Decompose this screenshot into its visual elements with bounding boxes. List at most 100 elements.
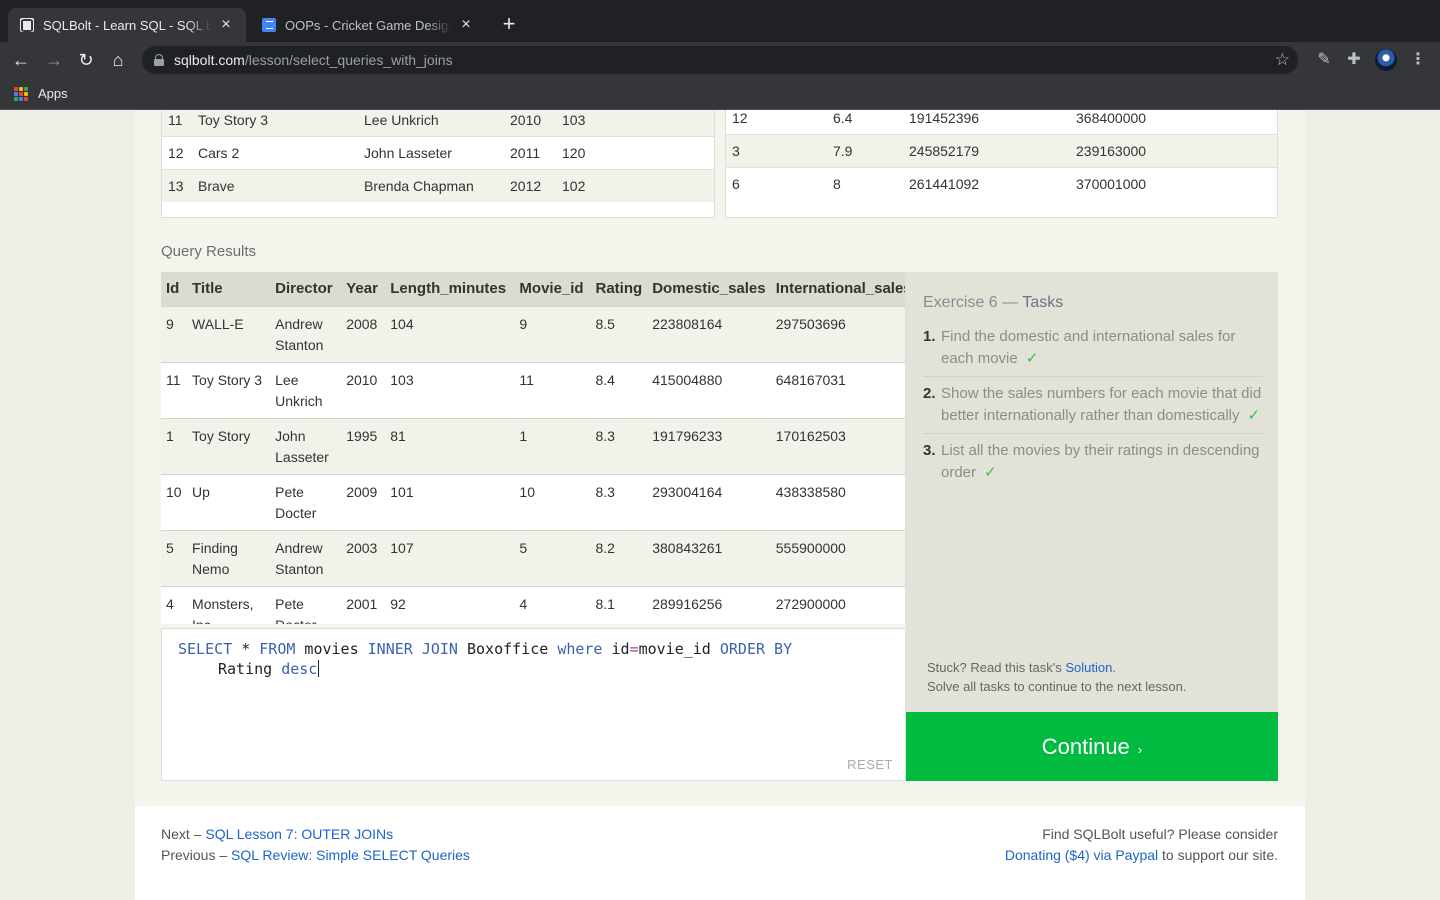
close-tab-icon[interactable]: ×	[458, 17, 474, 33]
table-cell: 370001000	[1070, 167, 1277, 200]
task-list: 1. Find the domestic and international sa…	[923, 324, 1263, 494]
table-cell: 92	[385, 586, 515, 624]
solution-link[interactable]: Solution	[1065, 660, 1112, 675]
text-caret	[318, 660, 320, 677]
bookmark-star-icon[interactable]: ☆	[1275, 50, 1290, 70]
task-number: 1.	[923, 328, 936, 345]
table-cell: 120	[556, 136, 714, 170]
extensions-puzzle-icon[interactable]: ✚	[1342, 48, 1366, 72]
table-cell: 5	[161, 530, 188, 587]
table-row: 3 7.9 245852179 239163000	[726, 134, 1277, 168]
table-cell: 1	[161, 418, 188, 475]
lesson-navigation: Next – SQL Lesson 7: OUTER JOINs Previou…	[161, 826, 470, 863]
close-tab-icon[interactable]: ×	[218, 17, 234, 33]
task-body: Show the sales numbers for each movie th…	[941, 383, 1263, 427]
table-cell: 297503696	[770, 306, 905, 363]
task-body: List all the movies by their ratings in …	[941, 440, 1263, 484]
table-cell: 12	[726, 110, 827, 135]
next-lesson-link[interactable]: SQL Lesson 7: OUTER JOINs	[205, 826, 393, 842]
previous-lesson-link[interactable]: SQL Review: Simple SELECT Queries	[231, 847, 470, 863]
query-results-table[interactable]: Id Title Director Year Length_minutes Movie_i…	[161, 272, 906, 624]
exercise-title: Exercise 6 — Tasks	[923, 294, 1064, 311]
table-cell: 4	[161, 586, 188, 624]
table-cell: 239163000	[1070, 134, 1277, 168]
table-cell: 81	[385, 418, 515, 475]
address-bar[interactable]: sqlbolt.com/lesson/select_queries_with_j…	[142, 46, 1298, 74]
menu-kebab-icon[interactable]: ⋮	[1406, 48, 1430, 72]
url-host: sqlbolt.com	[174, 52, 245, 68]
sql-query-text[interactable]: SELECT * FROM movies INNER JOIN Boxoffic…	[178, 639, 888, 679]
table-cell: Toy Story 3	[192, 110, 358, 137]
new-tab-button[interactable]: +	[497, 12, 521, 36]
table-cell: 3	[726, 134, 827, 168]
table-cell: Lee Unkrich	[270, 362, 342, 419]
solve-all-note: Solve all tasks to continue to the next …	[927, 679, 1187, 694]
table-cell: 2003	[341, 530, 386, 587]
checkmark-icon: ✓	[1247, 407, 1261, 424]
table-cell: 438338580	[770, 474, 905, 531]
table-row: 6 8 261441092 370001000	[726, 167, 1277, 200]
table-cell: 5	[514, 530, 591, 587]
table-cell: Andrew Stanton	[270, 530, 342, 587]
extension-brush-icon[interactable]: ✎	[1312, 48, 1336, 72]
table-cell: 103	[385, 362, 515, 419]
back-arrow-icon[interactable]: ←	[9, 48, 33, 72]
table-cell: 648167031	[770, 362, 905, 419]
reset-button[interactable]: RESET	[847, 757, 893, 772]
continue-button[interactable]: Continue ›	[906, 712, 1278, 781]
tab-oops-cricket[interactable]: OOPs - Cricket Game Design - Goo ×	[250, 8, 486, 42]
home-icon[interactable]: ⌂	[106, 48, 130, 72]
table-cell: 8.3	[590, 474, 648, 531]
exercise-tasks-panel: Exercise 6 — Tasks 1. Find the domestic a…	[906, 272, 1278, 712]
table-row: 12 6.4 191452396 368400000	[726, 110, 1277, 135]
table-cell: 11	[514, 362, 591, 419]
table-cell: 8.3	[590, 418, 648, 475]
boxoffice-table-preview[interactable]: 12 6.4 191452396 368400000 3 7.9 245852179 2391…	[725, 110, 1278, 218]
table-cell: 555900000	[770, 530, 905, 587]
task-body: Find the domestic and international sale…	[941, 326, 1263, 370]
tab-title: SQLBolt - Learn SQL - SQL Lesson	[43, 17, 212, 33]
table-cell: 261441092	[903, 167, 1070, 200]
table-cell: Pete Docter	[270, 586, 342, 624]
table-cell: 272900000	[770, 586, 905, 624]
column-header: Domestic_sales	[647, 272, 771, 307]
table-cell: 6	[726, 167, 827, 200]
donate-link[interactable]: Donating ($4) via Paypal	[1005, 847, 1158, 863]
table-cell: John Lasseter	[270, 418, 342, 475]
table-cell: 368400000	[1070, 110, 1277, 135]
tab-sqlbolt[interactable]: SQLBolt - Learn SQL - SQL Lesson ×	[8, 8, 246, 42]
task-item: 1. Find the domestic and international sa…	[923, 324, 1263, 377]
table-cell: 415004880	[647, 362, 771, 419]
table-cell: 9	[514, 306, 591, 363]
table-cell: WALL-E	[187, 306, 271, 363]
table-cell: 170162503	[770, 418, 905, 475]
reload-icon[interactable]: ↻	[74, 48, 98, 72]
table-cell: Cars 2	[192, 136, 358, 170]
table-cell: 6.4	[827, 110, 903, 135]
table-cell: 8.4	[590, 362, 648, 419]
movies-table-preview[interactable]: 11 Toy Story 3 Lee Unkrich 2010 103 12 Cars 2J…	[161, 110, 715, 218]
table-row: 5 Finding Nemo Andrew Stanton 2003 107 5 8.2 38…	[161, 530, 905, 587]
table-cell: 289916256	[647, 586, 771, 624]
table-row: 11 Toy Story 3 Lee Unkrich 2010 103	[162, 110, 714, 137]
apps-shortcut[interactable]: Apps	[14, 86, 68, 101]
table-cell: Brave	[192, 169, 358, 202]
table-cell: Andrew Stanton	[270, 306, 342, 363]
forward-arrow-icon[interactable]: →	[42, 48, 66, 72]
table-cell: Up	[187, 474, 271, 531]
query-results-label: Query Results	[161, 243, 257, 260]
task-number: 3.	[923, 442, 936, 459]
profile-avatar[interactable]	[1375, 49, 1397, 71]
table-row: 9 WALL-E Andrew Stanton 2008 104 9 8.5 22380816…	[161, 306, 905, 363]
table-cell: 11	[162, 110, 192, 137]
table-cell: 293004164	[647, 474, 771, 531]
sql-editor[interactable]: SELECT * FROM movies INNER JOIN Boxoffic…	[161, 628, 906, 781]
table-cell: Toy Story	[187, 418, 271, 475]
table-cell: 104	[385, 306, 515, 363]
table-cell: 103	[556, 110, 714, 137]
table-cell: 2008	[341, 306, 386, 363]
stuck-hint: Stuck? Read this task's Solution. Solve …	[927, 660, 1187, 694]
checkmark-icon: ✓	[1025, 350, 1039, 367]
donation-note: Find SQLBolt useful? Please consider Don…	[1004, 826, 1278, 863]
page: 11 Toy Story 3 Lee Unkrich 2010 103 12 Cars 2 J…	[0, 110, 1440, 900]
